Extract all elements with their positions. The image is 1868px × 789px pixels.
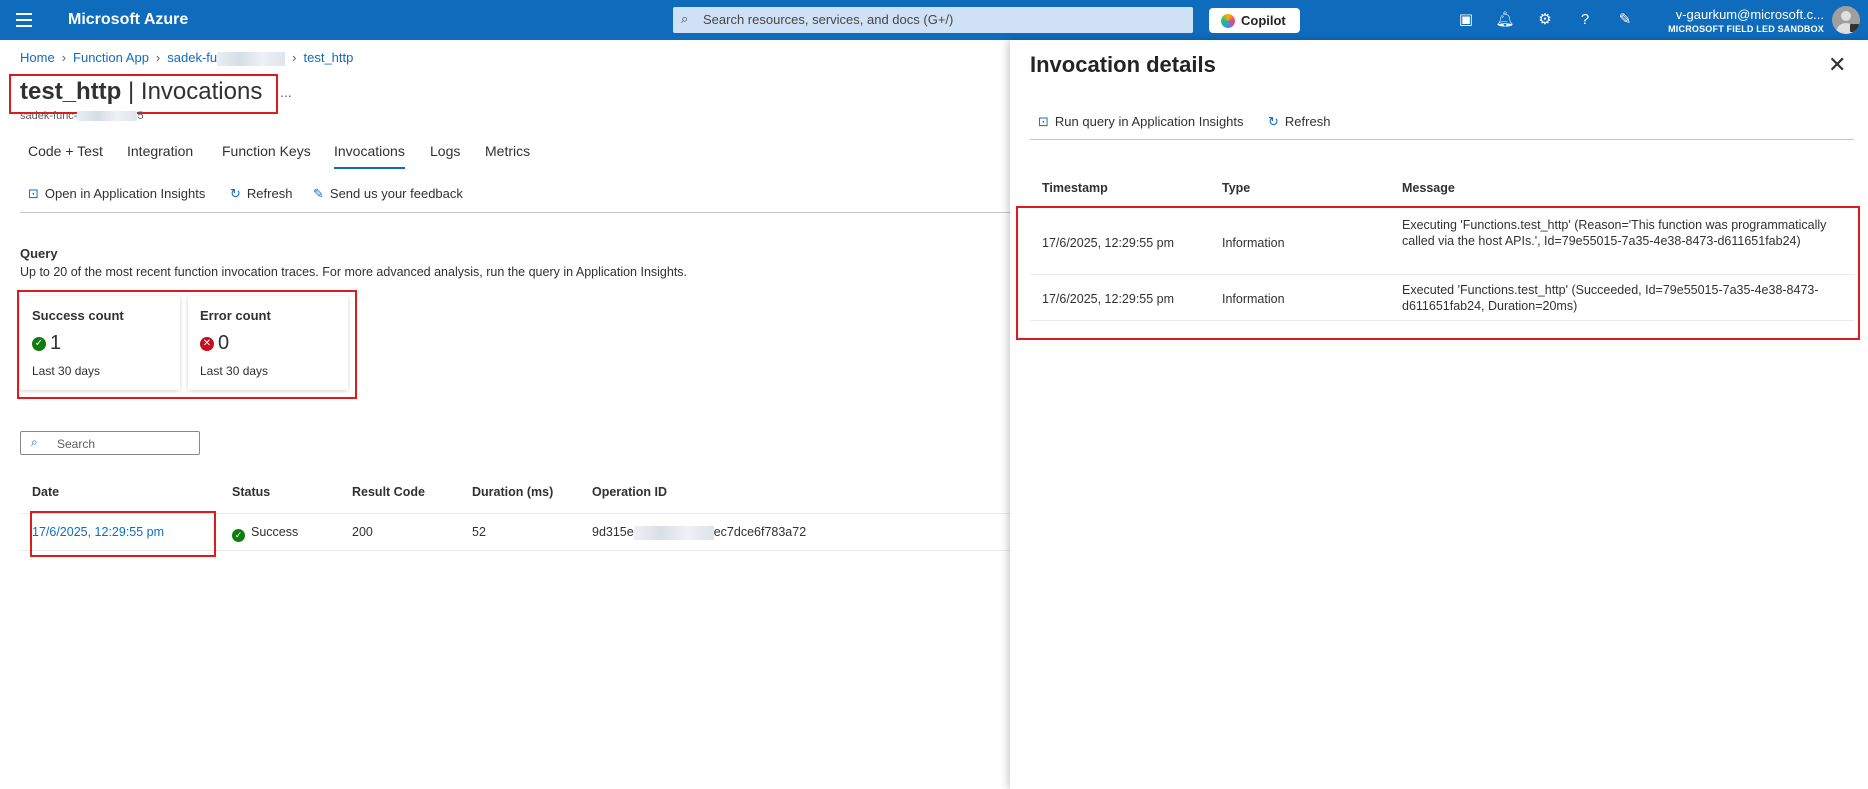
global-search-placeholder: Search resources, services, and docs (G+… xyxy=(703,12,954,27)
bell-icon[interactable]: 🔔︎ xyxy=(1495,10,1515,30)
tab-metrics[interactable]: Metrics xyxy=(485,143,530,159)
column-header-result-code[interactable]: Result Code xyxy=(352,485,425,499)
chevron-right-icon: › xyxy=(61,50,67,65)
top-bar: Microsoft Azure ⌕ Search resources, serv… xyxy=(0,0,1868,40)
page-subtitle: sadek-func- 5 xyxy=(20,110,144,122)
column-header-duration[interactable]: Duration (ms) xyxy=(472,485,553,499)
invocation-search-input[interactable]: ⌕ Search xyxy=(20,431,200,455)
refresh-icon: ↻ xyxy=(230,186,241,201)
copilot-button[interactable]: Copilot xyxy=(1209,8,1300,33)
highlight-box xyxy=(30,511,216,557)
search-icon: ⌕ xyxy=(681,11,689,26)
cloud-shell-icon[interactable]: ▣ xyxy=(1456,10,1476,30)
column-header-operation-id[interactable]: Operation ID xyxy=(592,485,667,499)
copilot-icon xyxy=(1221,14,1235,28)
highlight-box xyxy=(1016,206,1860,340)
column-header-date[interactable]: Date xyxy=(32,485,59,499)
feedback-button[interactable]: ✎ Send us your feedback xyxy=(313,186,463,202)
chevron-right-icon: › xyxy=(292,50,297,65)
breadcrumb-function-app[interactable]: Function App xyxy=(73,50,149,65)
breadcrumb-home[interactable]: Home xyxy=(20,50,55,65)
panel-title: Invocation details xyxy=(1030,52,1216,77)
breadcrumb-function[interactable]: test_http xyxy=(303,50,353,65)
help-icon[interactable]: ? xyxy=(1575,10,1595,30)
divider xyxy=(1030,139,1854,140)
redacted-block xyxy=(633,525,714,540)
redacted-block xyxy=(217,51,286,66)
column-header-message[interactable]: Message xyxy=(1402,181,1455,195)
brand-title[interactable]: Microsoft Azure xyxy=(68,11,188,29)
open-app-insights-button[interactable]: ⊡ Open in Application Insights xyxy=(28,186,205,202)
account-user: v-gaurkum@microsoft.c... xyxy=(1675,7,1824,22)
column-header-type[interactable]: Type xyxy=(1222,181,1250,195)
run-query-button[interactable]: ⊡ Run query in Application Insights xyxy=(1038,114,1244,130)
tab-integration[interactable]: Integration xyxy=(127,143,193,159)
tab-logs[interactable]: Logs xyxy=(430,143,460,159)
query-heading: Query xyxy=(20,246,58,261)
more-options-button[interactable]: ... xyxy=(280,84,292,100)
tab-invocations[interactable]: Invocations xyxy=(334,143,405,169)
menu-icon[interactable] xyxy=(16,13,32,27)
gear-icon[interactable]: ⚙ xyxy=(1535,10,1555,30)
search-icon: ⌕ xyxy=(31,435,38,449)
invocation-details-panel: Invocation details ✕ ⊡ Run query in Appli… xyxy=(1010,40,1868,789)
divider xyxy=(20,212,1010,213)
highlight-box xyxy=(9,74,278,114)
refresh-icon: ↻ xyxy=(1268,114,1279,129)
column-header-timestamp[interactable]: Timestamp xyxy=(1042,181,1108,195)
global-search-input[interactable]: ⌕ Search resources, services, and docs (… xyxy=(673,7,1193,33)
refresh-button[interactable]: ↻ Refresh xyxy=(230,186,292,202)
feedback-icon[interactable]: ✎ xyxy=(1615,10,1635,30)
query-description: Up to 20 of the most recent function inv… xyxy=(20,265,688,279)
feedback-icon: ✎ xyxy=(313,186,324,201)
close-icon[interactable]: ✕ xyxy=(1828,52,1846,78)
chevron-right-icon: › xyxy=(155,50,161,65)
check-icon: ✓ xyxy=(232,529,245,542)
status-cell: ✓ Success xyxy=(232,525,298,542)
highlight-box xyxy=(17,290,357,399)
panel-refresh-button[interactable]: ↻ Refresh xyxy=(1268,114,1330,130)
breadcrumb: Home › Function App › sadek-fu › test_http xyxy=(20,50,353,66)
breadcrumb-app-name[interactable]: sadek-fu xyxy=(167,50,286,66)
account-org: MICROSOFT FIELD LED SANDBOX xyxy=(1668,24,1824,34)
column-header-status[interactable]: Status xyxy=(232,485,270,499)
operation-id-cell: 9d315e ec7dce6f783a72 xyxy=(592,525,807,540)
chart-icon: ⊡ xyxy=(28,186,39,201)
result-code-cell: 200 xyxy=(352,525,373,539)
copilot-label: Copilot xyxy=(1241,13,1286,28)
chart-icon: ⊡ xyxy=(1038,114,1049,129)
account-menu[interactable]: v-gaurkum@microsoft.c... MICROSOFT FIELD… xyxy=(1668,7,1824,34)
avatar[interactable] xyxy=(1832,6,1860,34)
tab-code-test[interactable]: Code + Test xyxy=(28,143,103,159)
redacted-block xyxy=(77,111,138,122)
search-placeholder: Search xyxy=(57,437,96,451)
duration-cell: 52 xyxy=(472,525,486,539)
tab-function-keys[interactable]: Function Keys xyxy=(222,143,311,159)
lock-icon xyxy=(1850,24,1859,32)
